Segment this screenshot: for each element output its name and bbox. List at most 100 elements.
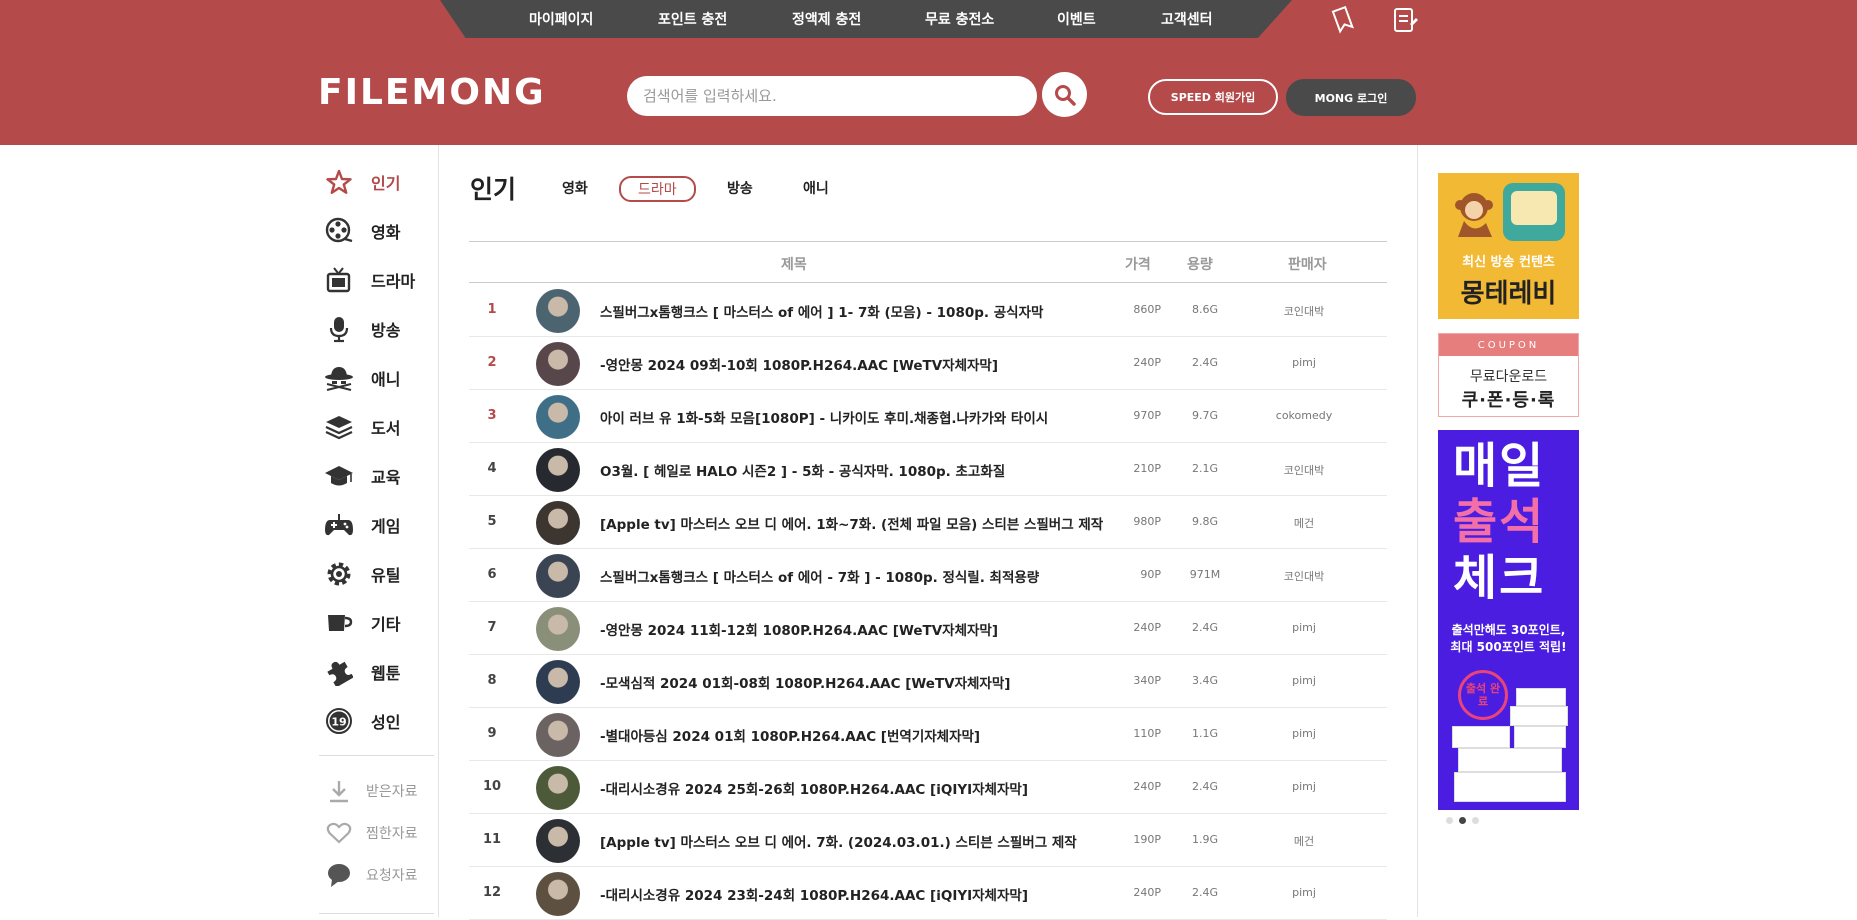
file-title[interactable]: -영안몽 2024 09회-10회 1080P.H264.AAC [WeTV자체… [600, 354, 998, 374]
sidebar-item-favorites[interactable]: 찜한자료 [319, 819, 418, 847]
nav-plan-charge[interactable]: 정액제 충전 [792, 9, 861, 29]
sidebar-item-popular[interactable]: 인기 [319, 166, 439, 198]
banner-title: 매일 [1453, 438, 1546, 494]
bookmark-icon[interactable] [1330, 5, 1356, 34]
memo-icon[interactable] [1392, 6, 1418, 34]
table-row[interactable]: 5 [Apple tv] 마스터스 오브 디 에어. 1화~7화. (전체 파일 … [469, 496, 1387, 549]
puzzle-icon [324, 657, 354, 687]
file-title[interactable]: -대리시소경유 2024 25회-26회 1080P.H264.AAC [iQI… [600, 778, 1028, 798]
table-row[interactable]: 7 -영안몽 2024 11회-12회 1080P.H264.AAC [WeTV자… [469, 602, 1387, 655]
file-title[interactable]: -대리시소경유 2024 23회-24회 1080P.H264.AAC [iQI… [600, 884, 1028, 904]
sidebar-item-adult[interactable]: 19 성인 [319, 705, 439, 737]
file-title[interactable]: 스필버그x톰행크스 [ 마스터스 of 에어 - 7화 ] - 1080p. 정… [600, 566, 1039, 586]
logo[interactable]: FILEMONG [318, 72, 546, 113]
sidebar-item-drama[interactable]: 드라마 [319, 264, 439, 296]
thumbnail[interactable] [536, 501, 580, 545]
login-button[interactable]: MONG 로그인 [1286, 79, 1416, 116]
attendance-banner[interactable]: 매일 출석 체크 출석만해도 30포인트, 최대 500포인트 적립! 출석 완… [1438, 430, 1579, 810]
table-row[interactable]: 6 스필버그x톰행크스 [ 마스터스 of 에어 - 7화 ] - 1080p. … [469, 549, 1387, 602]
thumbnail[interactable] [536, 289, 580, 333]
table-row[interactable]: 8 -모색심적 2024 01회-08회 1080P.H264.AAC [WeTV… [469, 655, 1387, 708]
adult-19-icon: 19 [324, 706, 354, 736]
graduation-cap-icon [324, 461, 354, 491]
cup-icon [324, 608, 354, 638]
banner-title: 쿠·폰·등·록 [1461, 390, 1556, 411]
thumbnail[interactable] [536, 819, 580, 863]
thumbnail[interactable] [536, 713, 580, 757]
sidebar-item-label: 요청자료 [366, 868, 418, 884]
thumbnail[interactable] [536, 872, 580, 916]
file-title[interactable]: [Apple tv] 마스터스 오브 디 에어. 1화~7화. (전체 파일 모… [600, 513, 1103, 533]
sidebar-item-game[interactable]: 게임 [319, 509, 439, 541]
star-icon [324, 167, 354, 197]
nav-mypage[interactable]: 마이페이지 [529, 9, 593, 29]
file-title[interactable]: [Apple tv] 마스터스 오브 디 에어. 7화. (2024.03.01… [600, 831, 1077, 851]
pager-dot[interactable] [1472, 817, 1479, 824]
file-title[interactable]: O3월. [ 헤일로 HALO 시즌2 ] - 5화 - 공식자막. 1080p… [600, 460, 1005, 480]
file-title[interactable]: -모색심적 2024 01회-08회 1080P.H264.AAC [WeTV자… [600, 672, 1010, 692]
join-button[interactable]: SPEED 회원가입 [1148, 79, 1278, 115]
search-button[interactable] [1042, 72, 1087, 117]
file-title[interactable]: -영안몽 2024 11회-12회 1080P.H264.AAC [WeTV자체… [600, 619, 998, 639]
nav-free-charge[interactable]: 무료 충전소 [925, 9, 994, 29]
table-row[interactable]: 2 -영안몽 2024 09회-10회 1080P.H264.AAC [WeTV자… [469, 337, 1387, 390]
paper-stack [1458, 748, 1562, 772]
sidebar-item-label: 방송 [371, 321, 401, 340]
thumbnail[interactable] [536, 660, 580, 704]
seller: 코인대박 [1283, 570, 1325, 583]
thumbnail[interactable] [536, 342, 580, 386]
nav-event[interactable]: 이벤트 [1057, 9, 1096, 29]
nav-support[interactable]: 고객센터 [1161, 9, 1213, 29]
table-row[interactable]: 12 -대리시소경유 2024 23회-24회 1080P.H264.AAC [i… [469, 867, 1387, 920]
sidebar-item-books[interactable]: 도서 [319, 411, 439, 443]
film-reel-icon [324, 216, 354, 246]
file-title[interactable]: 아이 러브 유 1화-5화 모음[1080P] - 니카이도 후미.채종협.나카… [600, 407, 1048, 427]
search-input[interactable] [627, 76, 1037, 116]
sidebar-item-requests[interactable]: 요청자료 [319, 861, 418, 889]
tab-movie[interactable]: 영화 [562, 178, 588, 198]
thumbnail[interactable] [536, 448, 580, 492]
price: 980P [1133, 515, 1161, 528]
file-title[interactable]: 스필버그x톰행크스 [ 마스터스 of 에어 ] 1- 7화 (모음) - 10… [600, 301, 1043, 321]
table-row[interactable]: 9 -별대아등심 2024 01회 1080P.H264.AAC [번역기자체자막… [469, 708, 1387, 761]
pager-dot[interactable] [1459, 817, 1466, 824]
pager-dot[interactable] [1446, 817, 1453, 824]
table-row[interactable]: 11 [Apple tv] 마스터스 오브 디 에어. 7화. (2024.03.… [469, 814, 1387, 867]
sidebar-item-downloads[interactable]: 받은자료 [319, 777, 418, 805]
table-row[interactable]: 4 O3월. [ 헤일로 HALO 시즌2 ] - 5화 - 공식자막. 1080… [469, 443, 1387, 496]
thumbnail[interactable] [536, 554, 580, 598]
mong-tv-banner[interactable]: 최신 방송 컨텐츠 몽테레비 [1438, 173, 1579, 319]
hat-icon [324, 363, 354, 393]
svg-text:19: 19 [331, 716, 346, 729]
page-title: 인기 [470, 175, 517, 204]
sidebar-item-broadcast[interactable]: 방송 [319, 313, 439, 345]
nav-point-charge[interactable]: 포인트 충전 [658, 9, 727, 29]
sidebar-item-utility[interactable]: 유틸 [319, 558, 439, 590]
coupon-banner[interactable]: COUPON 무료다운로드 쿠·폰·등·록 [1438, 333, 1579, 417]
price: 240P [1133, 780, 1161, 793]
sidebar-item-label: 도서 [371, 419, 401, 438]
sidebar-item-etc[interactable]: 기타 [319, 607, 439, 639]
sidebar-item-education[interactable]: 교육 [319, 460, 439, 492]
thumbnail[interactable] [536, 766, 580, 810]
column-size: 용량 [1187, 257, 1213, 273]
banner-pager [1446, 817, 1479, 824]
price: 90P [1140, 568, 1161, 581]
sidebar-item-movie[interactable]: 영화 [319, 215, 439, 247]
table-row[interactable]: 3 아이 러브 유 1화-5화 모음[1080P] - 니카이도 후미.채종협.나… [469, 390, 1387, 443]
table-row[interactable]: 10 -대리시소경유 2024 25회-26회 1080P.H264.AAC [i… [469, 761, 1387, 814]
file-size: 2.4G [1191, 356, 1219, 369]
file-size: 9.8G [1191, 515, 1219, 528]
tab-drama[interactable]: 드라마 [619, 176, 696, 202]
scrollbar[interactable] [1849, 0, 1857, 145]
thumbnail[interactable] [536, 607, 580, 651]
file-title[interactable]: -별대아등심 2024 01회 1080P.H264.AAC [번역기자체자막] [600, 725, 980, 745]
file-size: 2.1G [1191, 462, 1219, 475]
table-row[interactable]: 1 스필버그x톰행크스 [ 마스터스 of 에어 ] 1- 7화 (모음) - 1… [469, 284, 1387, 337]
tab-anime[interactable]: 애니 [803, 178, 829, 198]
file-size: 1.1G [1191, 727, 1219, 740]
thumbnail[interactable] [536, 395, 580, 439]
sidebar-item-webtoon[interactable]: 웹툰 [319, 656, 439, 688]
tab-broadcast[interactable]: 방송 [727, 178, 753, 198]
sidebar-item-anime[interactable]: 애니 [319, 362, 439, 394]
